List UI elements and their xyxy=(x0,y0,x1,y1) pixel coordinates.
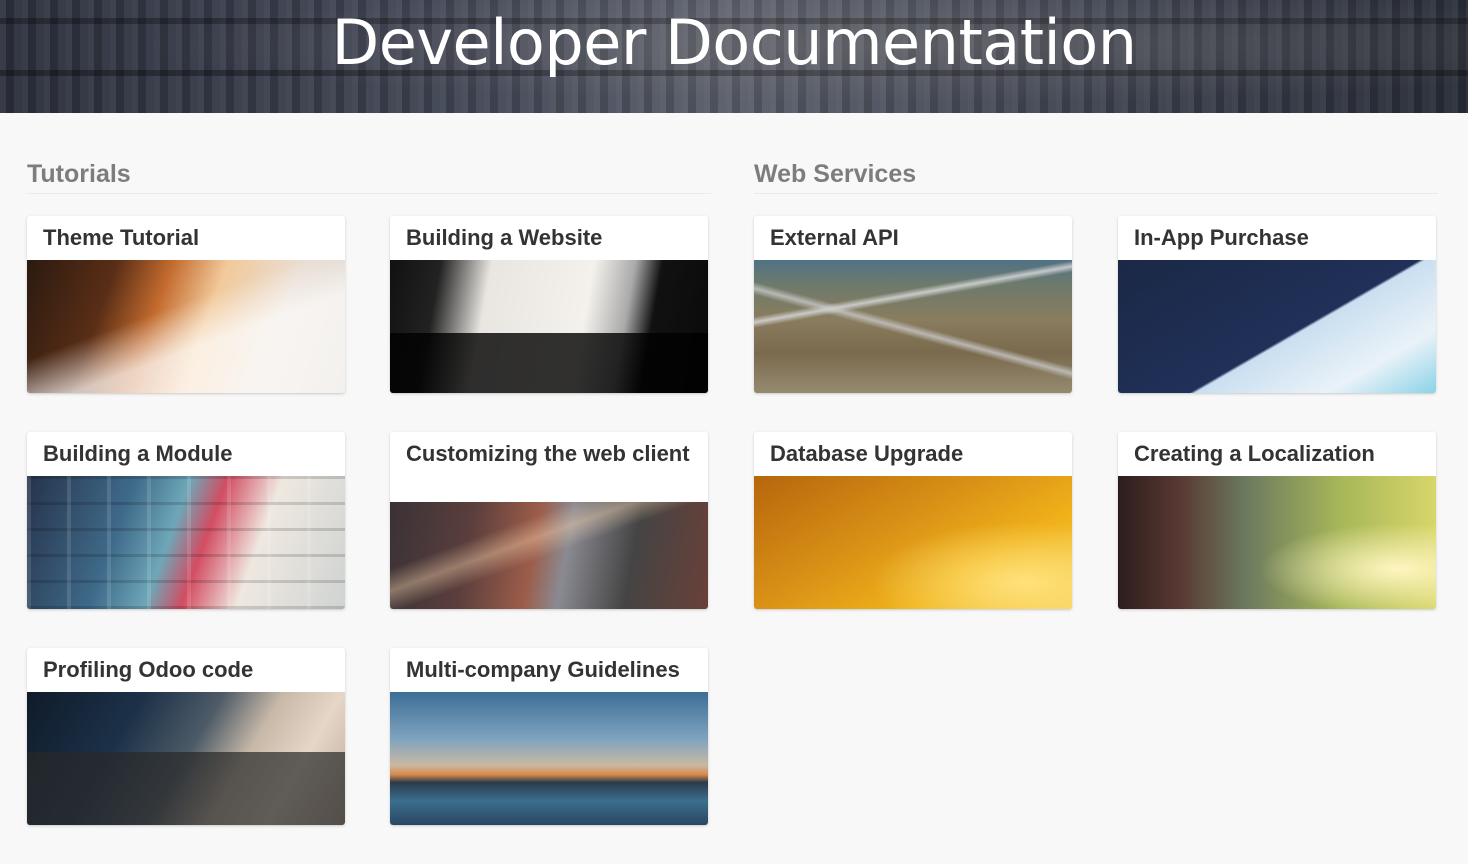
card-image-highway-interchange xyxy=(754,260,1072,393)
card-title: Database Upgrade xyxy=(770,441,964,466)
card-customizing-web-client[interactable]: Customizing the web client xyxy=(390,432,708,609)
card-building-a-module[interactable]: Building a Module xyxy=(27,432,345,609)
card-building-a-website[interactable]: Building a Website xyxy=(390,216,708,393)
card-theme-tutorial[interactable]: Theme Tutorial xyxy=(27,216,345,393)
card-image-laptop-drawing-tablet xyxy=(27,260,345,393)
card-title: Multi-company Guidelines xyxy=(406,657,680,682)
section-title-web-services: Web Services xyxy=(754,160,917,188)
card-profiling-odoo-code[interactable]: Profiling Odoo code xyxy=(27,648,345,825)
card-title: Customizing the web client xyxy=(406,441,690,466)
card-title: In-App Purchase xyxy=(1134,225,1309,250)
card-title: Creating a Localization xyxy=(1134,441,1375,466)
section-divider xyxy=(754,193,1438,194)
card-title: Profiling Odoo code xyxy=(43,657,254,682)
card-image-globe-in-hand xyxy=(1118,476,1436,609)
card-title: Building a Module xyxy=(43,441,233,466)
card-in-app-purchase[interactable]: In-App Purchase xyxy=(1118,216,1436,393)
card-image-laptop-typing xyxy=(27,692,345,825)
page-header-banner: Developer Documentation xyxy=(0,0,1468,113)
card-title: External API xyxy=(770,225,899,250)
card-database-upgrade[interactable]: Database Upgrade xyxy=(754,432,1072,609)
card-title: Building a Website xyxy=(406,225,603,250)
card-image-building-facade xyxy=(27,476,345,609)
card-image-laptop-website xyxy=(390,260,708,393)
page-title: Developer Documentation xyxy=(331,6,1137,79)
card-image-analytics-dashboard xyxy=(1118,260,1436,393)
card-creating-a-localization[interactable]: Creating a Localization xyxy=(1118,432,1436,609)
card-image-city-skyline xyxy=(390,692,708,825)
card-external-api[interactable]: External API xyxy=(754,216,1072,393)
section-title-tutorials: Tutorials xyxy=(27,160,131,188)
card-title: Theme Tutorial xyxy=(43,225,200,250)
card-image-highway-light-trails xyxy=(390,502,708,609)
section-divider xyxy=(27,193,711,194)
card-image-birds-sunset xyxy=(754,476,1072,609)
card-multi-company-guidelines[interactable]: Multi-company Guidelines xyxy=(390,648,708,825)
